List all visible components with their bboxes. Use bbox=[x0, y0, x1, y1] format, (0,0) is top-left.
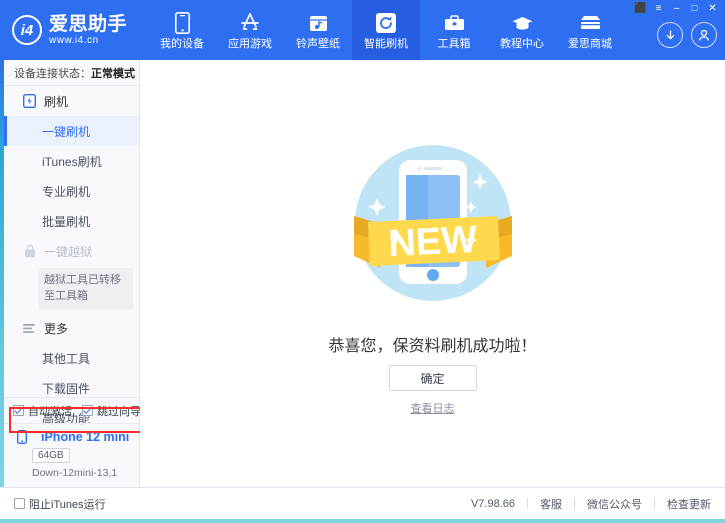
checkbox-block-itunes[interactable]: 阻止iTunes运行 bbox=[0, 496, 106, 512]
sidebar-group-jailbreak: 一键越狱 bbox=[4, 236, 139, 266]
device-identifier: Down-12mini-13,1 bbox=[32, 467, 139, 479]
logo-title: 爱思助手 bbox=[49, 15, 127, 34]
logo-subtitle: www.i4.cn bbox=[49, 36, 127, 46]
divider bbox=[574, 498, 575, 509]
hero-badge-text-node: NEW bbox=[387, 219, 478, 266]
toolbox-icon bbox=[444, 11, 465, 35]
flash-options-row: 自动激活 跳过向导 bbox=[4, 397, 139, 423]
nav-item-ringtones-wallpaper[interactable]: 铃声壁纸 bbox=[284, 0, 352, 60]
status-bar-right: V7.98.66 客服 微信公众号 检查更新 bbox=[471, 496, 725, 512]
sidebar-group-flash[interactable]: 刷机 bbox=[4, 86, 139, 116]
checkbox-auto-activate-box[interactable] bbox=[13, 405, 24, 416]
device-name: iPhone 12 mini bbox=[41, 430, 129, 444]
sidebar-item-label: 一键刷机 bbox=[42, 123, 90, 140]
sidebar-item-label: 下载固件 bbox=[42, 380, 90, 397]
window-controls: ⬛ ≡ – □ ✕ bbox=[632, 2, 721, 16]
maximize-icon[interactable]: □ bbox=[686, 2, 703, 16]
checkbox-skip-wizard-label: 跳过向导 bbox=[97, 403, 141, 419]
lock-icon bbox=[22, 244, 37, 259]
list-icon bbox=[22, 321, 37, 336]
sidebar-group-label: 更多 bbox=[44, 320, 68, 337]
music-icon bbox=[309, 11, 328, 35]
graduation-cap-icon bbox=[511, 11, 534, 35]
sidebar-item-one-key-flash[interactable]: 一键刷机 bbox=[4, 116, 139, 146]
menu-icon[interactable]: ≡ bbox=[650, 2, 667, 16]
check-update-link[interactable]: 检查更新 bbox=[667, 496, 711, 512]
success-message: 恭喜您，保资料刷机成功啦！ bbox=[140, 332, 725, 356]
device-phone-icon bbox=[14, 429, 29, 444]
phone-icon bbox=[175, 11, 190, 35]
sidebar-item-itunes-flash[interactable]: iTunes刷机 bbox=[4, 146, 139, 176]
main-content: NEW 恭喜您，保资料刷机成功啦！ 确定 查看日志 bbox=[140, 60, 725, 487]
nav-label: 智能刷机 bbox=[364, 39, 408, 50]
device-connection-status-label: 设备连接状态： bbox=[14, 65, 91, 81]
checkbox-skip-wizard-box[interactable] bbox=[82, 405, 93, 416]
nav-label: 爱思商城 bbox=[568, 39, 612, 50]
account-icon[interactable] bbox=[691, 22, 717, 48]
nav-label: 应用游戏 bbox=[228, 39, 272, 50]
sidebar-item-label: iTunes刷机 bbox=[42, 153, 102, 170]
sidebar-item-pro-flash[interactable]: 专业刷机 bbox=[4, 176, 139, 206]
jailbreak-tooltip: 越狱工具已转移至工具箱 bbox=[38, 268, 133, 310]
minimize-icon[interactable]: – bbox=[668, 2, 685, 16]
connected-device-info[interactable]: iPhone 12 mini 64GB Down-12mini-13,1 bbox=[4, 423, 139, 487]
nav-item-apps-games[interactable]: 应用游戏 bbox=[216, 0, 284, 60]
checkbox-block-itunes-box[interactable] bbox=[14, 498, 25, 509]
sidebar-group-label: 刷机 bbox=[44, 93, 68, 110]
sidebar-group-more[interactable]: 更多 bbox=[4, 314, 139, 344]
bottom-accent-strip bbox=[0, 519, 725, 523]
sidebar-item-label: 其他工具 bbox=[42, 350, 90, 367]
sidebar-item-label: 专业刷机 bbox=[42, 183, 90, 200]
nav-item-i4-store[interactable]: 爱思商城 bbox=[556, 0, 624, 60]
checkbox-auto-activate[interactable]: 自动激活 bbox=[13, 403, 72, 419]
customer-service-link[interactable]: 客服 bbox=[540, 496, 562, 512]
sidebar-item-other-tools[interactable]: 其他工具 bbox=[4, 344, 139, 374]
refresh-icon bbox=[376, 11, 396, 35]
nav-item-toolbox[interactable]: 工具箱 bbox=[420, 0, 488, 60]
pin-icon[interactable]: ⬛ bbox=[632, 2, 649, 16]
device-connection-status: 设备连接状态：正常模式 bbox=[4, 60, 139, 86]
i4-assistant-window: i4 爱思助手 www.i4.cn 我的设备 应用游戏 bbox=[0, 0, 725, 523]
nav-label: 工具箱 bbox=[438, 39, 471, 50]
device-capacity-badge: 64GB bbox=[32, 448, 70, 463]
confirm-button[interactable]: 确定 bbox=[389, 365, 477, 391]
nav-label: 我的设备 bbox=[160, 39, 204, 50]
checkbox-auto-activate-label: 自动激活 bbox=[28, 403, 72, 419]
sidebar-group-label: 一键越狱 bbox=[44, 243, 92, 260]
sidebar-item-label: 批量刷机 bbox=[42, 213, 90, 230]
nav-item-tutorial-center[interactable]: 教程中心 bbox=[488, 0, 556, 60]
view-log-link[interactable]: 查看日志 bbox=[140, 400, 725, 416]
nav-label: 教程中心 bbox=[500, 39, 544, 50]
download-icon[interactable] bbox=[657, 22, 683, 48]
app-body: 设备连接状态：正常模式 刷机 一键刷机 iTunes刷机 专业刷机 批量刷机 bbox=[0, 60, 725, 487]
sidebar-bottom: 自动激活 跳过向导 iPhone 12 mini 64GB bbox=[4, 397, 139, 487]
nav-item-smart-flash[interactable]: 智能刷机 bbox=[352, 0, 420, 60]
header-actions bbox=[657, 22, 717, 48]
sidebar: 设备连接状态：正常模式 刷机 一键刷机 iTunes刷机 专业刷机 批量刷机 bbox=[4, 60, 140, 487]
nav-label: 铃声壁纸 bbox=[296, 39, 340, 50]
divider bbox=[527, 498, 528, 509]
app-logo: i4 爱思助手 www.i4.cn bbox=[0, 0, 140, 60]
flash-phone-icon bbox=[22, 94, 37, 109]
divider bbox=[654, 498, 655, 509]
nav-item-my-device[interactable]: 我的设备 bbox=[148, 0, 216, 60]
main-nav: 我的设备 应用游戏 铃声壁纸 智能刷机 bbox=[148, 0, 624, 60]
checkbox-block-itunes-label: 阻止iTunes运行 bbox=[29, 496, 106, 512]
shop-icon bbox=[579, 11, 602, 35]
app-header: i4 爱思助手 www.i4.cn 我的设备 应用游戏 bbox=[0, 0, 725, 60]
logo-mark-icon: i4 bbox=[12, 15, 42, 45]
appstore-icon bbox=[239, 11, 261, 35]
checkbox-skip-wizard[interactable]: 跳过向导 bbox=[82, 403, 141, 419]
close-icon[interactable]: ✕ bbox=[704, 2, 721, 16]
wechat-official-link[interactable]: 微信公众号 bbox=[587, 496, 642, 512]
device-connection-status-value: 正常模式 bbox=[91, 65, 135, 81]
app-version: V7.98.66 bbox=[471, 498, 515, 510]
sidebar-item-batch-flash[interactable]: 批量刷机 bbox=[4, 206, 139, 236]
status-bar: 阻止iTunes运行 V7.98.66 客服 微信公众号 检查更新 bbox=[0, 487, 725, 519]
success-illustration: NEW bbox=[340, 128, 526, 314]
